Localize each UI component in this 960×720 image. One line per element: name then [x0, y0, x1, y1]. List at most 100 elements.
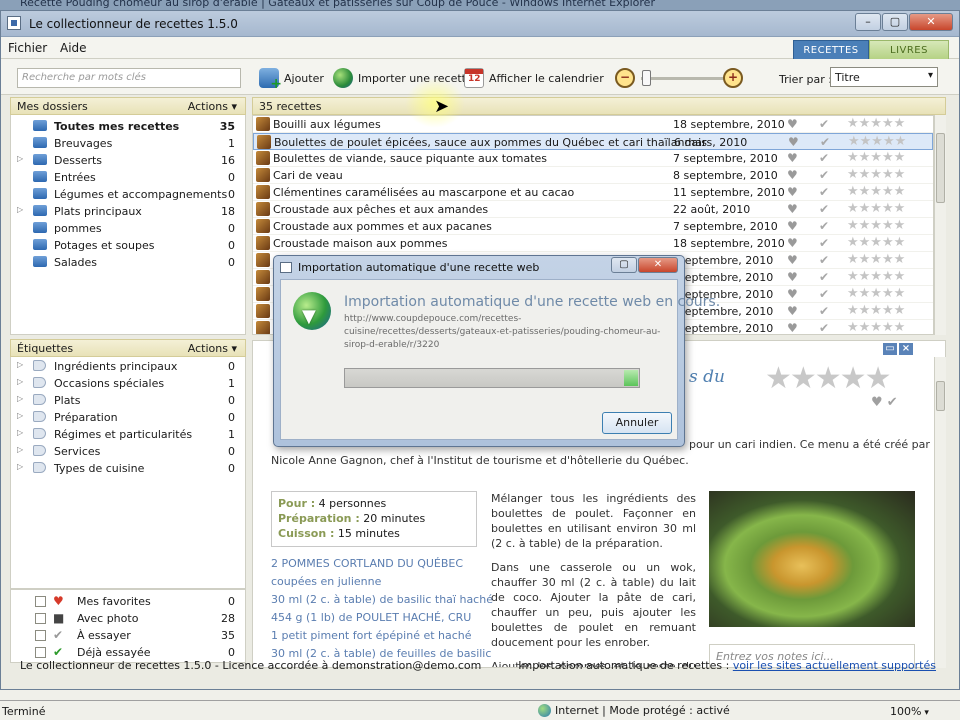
- favorite-heart-icon[interactable]: ♥: [787, 185, 798, 199]
- expand-arrow-icon[interactable]: ▷: [17, 462, 23, 471]
- preview-scrollbar[interactable]: [934, 357, 946, 668]
- filter-to-try[interactable]: ✔ À essayer 35: [11, 627, 245, 644]
- favorite-heart-icon[interactable]: ♥: [787, 151, 798, 165]
- rating-stars-icon[interactable]: ★★★★★: [847, 320, 905, 334]
- filter-with-photo[interactable]: ■ Avec photo 28: [11, 610, 245, 627]
- recipe-row[interactable]: Cari de veau 8 septembre, 2010 ♥ ✔ ★★★★★: [253, 167, 933, 184]
- folder-soups[interactable]: Potages et soupes 0: [11, 237, 245, 254]
- add-recipe-button[interactable]: Ajouter: [259, 67, 324, 92]
- favorite-heart-icon[interactable]: ♥: [787, 270, 798, 284]
- tried-check-icon[interactable]: ✔: [819, 253, 829, 267]
- favorite-heart-icon[interactable]: ♥: [787, 287, 798, 301]
- dialog-maximize-button[interactable]: ▢: [611, 257, 637, 273]
- tried-check-icon[interactable]: ✔: [819, 117, 829, 131]
- recipe-row[interactable]: Clémentines caramélisées au mascarpone e…: [253, 184, 933, 201]
- expand-arrow-icon[interactable]: ▷: [17, 205, 23, 214]
- ie-zone[interactable]: Internet | Mode protégé : activé: [538, 704, 730, 717]
- expand-arrow-icon[interactable]: ▷: [17, 445, 23, 454]
- tags-actions-menu[interactable]: Actions ▾: [188, 342, 237, 355]
- favorite-heart-icon[interactable]: ♥: [787, 304, 798, 318]
- tried-check-icon[interactable]: ✔: [819, 287, 829, 301]
- expand-arrow-icon[interactable]: ▷: [17, 428, 23, 437]
- recipe-row[interactable]: Croustade aux pommes et aux pacanes 7 sep…: [253, 218, 933, 235]
- rating-stars-icon[interactable]: ★★★★★: [847, 150, 905, 165]
- preview-close-icon[interactable]: ×: [899, 343, 913, 355]
- tried-check-icon[interactable]: ✔: [819, 304, 829, 318]
- tried-check-icon[interactable]: ✔: [819, 236, 829, 250]
- to-try-checkbox[interactable]: [35, 630, 46, 641]
- menu-file[interactable]: Fichier: [8, 41, 47, 55]
- recipe-list-scrollbar[interactable]: [934, 115, 946, 335]
- recipe-row-selected[interactable]: Boulettes de poulet épicées, sauce aux p…: [253, 133, 933, 150]
- close-button[interactable]: ✕: [909, 13, 953, 31]
- recipe-row[interactable]: Croustade aux pêches et aux amandes 22 ao…: [253, 201, 933, 218]
- folders-actions-menu[interactable]: Actions ▾: [188, 100, 237, 113]
- rating-stars-icon[interactable]: ★★★★★: [847, 252, 905, 267]
- zoom-slider-thumb[interactable]: [642, 70, 651, 86]
- tag-dishes[interactable]: ▷ Plats 0: [11, 392, 245, 409]
- window-titlebar[interactable]: Le collectionneur de recettes 1.5.0 – ▢ …: [1, 11, 959, 37]
- rating-stars-icon[interactable]: ★★★★★: [847, 286, 905, 301]
- expand-arrow-icon[interactable]: ▷: [17, 154, 23, 163]
- rating-stars-icon[interactable]: ★★★★★: [847, 184, 905, 199]
- preview-heart-check-icons[interactable]: ♥ ✔: [871, 395, 898, 410]
- tag-special-occasions[interactable]: ▷ Occasions spéciales 1: [11, 375, 245, 392]
- rating-stars-icon[interactable]: ★★★★★: [847, 116, 905, 131]
- rating-stars-icon[interactable]: ★★★★★: [847, 303, 905, 318]
- preview-scroll-thumb[interactable]: [936, 381, 945, 411]
- menu-help[interactable]: Aide: [60, 41, 87, 55]
- ie-zoom[interactable]: 100%: [890, 705, 929, 718]
- tag-cuisine-types[interactable]: ▷ Types de cuisine 0: [11, 460, 245, 477]
- tried-check-icon[interactable]: ✔: [819, 185, 829, 199]
- favorite-heart-icon[interactable]: ♥: [787, 219, 798, 233]
- tag-preparation[interactable]: ▷ Préparation 0: [11, 409, 245, 426]
- maximize-button[interactable]: ▢: [882, 13, 908, 31]
- zoom-in-icon[interactable]: +: [723, 68, 743, 88]
- favorite-heart-icon[interactable]: ♥: [787, 236, 798, 250]
- rating-stars-icon[interactable]: ★★★★★: [847, 201, 905, 216]
- favorite-heart-icon[interactable]: ♥: [787, 117, 798, 131]
- recipe-row[interactable]: Bouilli aux légumes 18 septembre, 2010 ♥ ✔ ★…: [253, 116, 933, 133]
- tried-check-icon[interactable]: ✔: [819, 202, 829, 216]
- folder-main-dishes[interactable]: ▷ Plats principaux 18: [11, 203, 245, 220]
- minimize-button[interactable]: –: [855, 13, 881, 31]
- expand-arrow-icon[interactable]: ▷: [17, 394, 23, 403]
- favorite-heart-icon[interactable]: ♥: [787, 168, 798, 182]
- recipe-list-scroll-thumb[interactable]: [936, 133, 945, 203]
- favorite-heart-icon[interactable]: ♥: [787, 253, 798, 267]
- favorites-checkbox[interactable]: [35, 596, 46, 607]
- rating-stars-icon[interactable]: ★★★★★: [848, 134, 906, 149]
- folder-all-recipes[interactable]: Toutes mes recettes 35: [11, 118, 245, 135]
- expand-arrow-icon[interactable]: ▷: [17, 377, 23, 386]
- favorite-heart-icon[interactable]: ♥: [787, 321, 798, 334]
- folder-drinks[interactable]: Breuvages 1: [11, 135, 245, 152]
- show-calendar-button[interactable]: Afficher le calendrier: [464, 67, 604, 89]
- favorite-heart-icon[interactable]: ♥: [788, 135, 799, 149]
- cancel-button[interactable]: Annuler: [602, 412, 672, 434]
- tried-check-icon[interactable]: ✔: [819, 151, 829, 165]
- folder-desserts[interactable]: ▷ Desserts 16: [11, 152, 245, 169]
- recipe-row[interactable]: Boulettes de viande, sauce piquante aux …: [253, 150, 933, 167]
- zoom-slider-track[interactable]: [641, 77, 727, 80]
- tab-recipes[interactable]: RECETTES: [793, 40, 869, 60]
- tried-check-icon[interactable]: ✔: [820, 135, 830, 149]
- expand-arrow-icon[interactable]: ▷: [17, 360, 23, 369]
- folder-salads[interactable]: Salades 0: [11, 254, 245, 271]
- recipe-row[interactable]: Croustade maison aux pommes 18 septembre,…: [253, 235, 933, 252]
- preview-restore-icon[interactable]: ▭: [883, 343, 897, 355]
- tag-diets[interactable]: ▷ Régimes et particularités 1: [11, 426, 245, 443]
- supported-sites-link[interactable]: voir les sites actuellement supportés: [733, 659, 936, 672]
- rating-stars-icon[interactable]: ★★★★★: [847, 269, 905, 284]
- filter-favorites[interactable]: ♥ Mes favorites 0: [11, 593, 245, 610]
- tag-main-ingredients[interactable]: ▷ Ingrédients principaux 0: [11, 358, 245, 375]
- tab-books[interactable]: LIVRES: [869, 40, 949, 60]
- rating-stars-icon[interactable]: ★★★★★: [847, 167, 905, 182]
- sort-select[interactable]: Titre: [830, 67, 938, 87]
- search-input[interactable]: Recherche par mots clés: [17, 68, 241, 88]
- tried-check-icon[interactable]: ✔: [819, 219, 829, 233]
- tried-check-icon[interactable]: ✔: [819, 270, 829, 284]
- zoom-out-icon[interactable]: −: [615, 68, 635, 88]
- tried-check-icon[interactable]: ✔: [819, 168, 829, 182]
- with-photo-checkbox[interactable]: [35, 613, 46, 624]
- preview-rating-stars-icon[interactable]: ★★★★★: [765, 361, 891, 396]
